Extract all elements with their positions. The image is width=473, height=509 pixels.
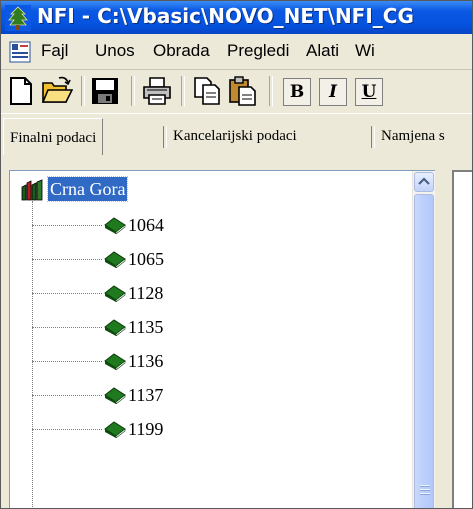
book-icon	[104, 251, 126, 268]
detail-panel[interactable]	[452, 170, 472, 508]
tree-app-icon	[5, 5, 31, 31]
content-area: Crna Gora 1064 1065 1128 1135 1136 1137 …	[1, 156, 472, 508]
menu-alati[interactable]: Alati	[306, 41, 339, 61]
tree-item-label: 1064	[128, 215, 164, 235]
chevron-up-icon	[418, 177, 430, 185]
open-folder-icon[interactable]	[41, 75, 73, 107]
tree-item-label: 1135	[128, 317, 164, 337]
menu-obrada[interactable]: Obrada	[153, 41, 210, 61]
menu-bar: Fajl Unos Obrada Pregledi Alati Wi	[1, 34, 472, 70]
tree-view[interactable]: Crna Gora 1064 1065 1128 1135 1136 1137 …	[9, 170, 435, 508]
toolbar: B I U	[1, 70, 472, 112]
menu-pregledi[interactable]: Pregledi	[227, 41, 289, 61]
books-icon	[21, 179, 43, 201]
window-menu-icon[interactable]	[9, 41, 31, 63]
title-bar[interactable]: NFI - C:\Vbasic\NOVO_NET\NFI_CG	[1, 1, 472, 34]
vertical-scrollbar[interactable]	[412, 171, 435, 508]
italic-button[interactable]: I	[319, 78, 347, 106]
book-icon	[104, 421, 126, 438]
menu-window[interactable]: Wi	[355, 41, 375, 61]
tab-finalni-podaci[interactable]: Finalni podaci	[3, 118, 104, 155]
print-icon[interactable]	[141, 75, 173, 107]
app-window: NFI - C:\Vbasic\NOVO_NET\NFI_CG Fajl Uno…	[0, 0, 473, 509]
book-icon	[104, 387, 126, 404]
window-title: NFI - C:\Vbasic\NOVO_NET\NFI_CG	[37, 4, 414, 28]
book-icon	[104, 319, 126, 336]
scroll-up-button[interactable]	[414, 172, 434, 192]
save-icon[interactable]	[89, 75, 121, 107]
paste-icon[interactable]	[227, 75, 259, 107]
toolbar-separator	[131, 76, 135, 106]
menu-unos[interactable]: Unos	[95, 41, 135, 61]
tree-root-label[interactable]: Crna Gora	[46, 176, 129, 202]
tree-connector	[32, 201, 33, 508]
book-icon	[104, 217, 126, 234]
toolbar-separator	[181, 76, 185, 106]
toolbar-separator	[81, 76, 85, 106]
underline-button[interactable]: U	[355, 78, 383, 106]
toolbar-separator	[269, 76, 273, 106]
bold-button[interactable]: B	[283, 78, 311, 106]
tab-strip: Finalni podaci Kancelarijski podaci Namj…	[1, 113, 472, 156]
book-icon	[104, 353, 126, 370]
tab-kancelarijski-podaci[interactable]: Kancelarijski podaci	[167, 120, 303, 152]
copy-icon[interactable]	[191, 75, 223, 107]
tree-item-label: 1065	[128, 249, 164, 269]
tree-item-label: 1128	[128, 283, 164, 303]
tree-item-label: 1136	[128, 351, 164, 371]
tree-item-label: 1199	[128, 419, 164, 439]
scroll-thumb[interactable]	[414, 194, 434, 508]
book-icon	[104, 285, 126, 302]
menu-fajl[interactable]: Fajl	[41, 41, 68, 61]
new-document-icon[interactable]	[5, 75, 37, 107]
tree-item-label: 1137	[128, 385, 164, 405]
tab-namjena[interactable]: Namjena s	[375, 120, 451, 152]
